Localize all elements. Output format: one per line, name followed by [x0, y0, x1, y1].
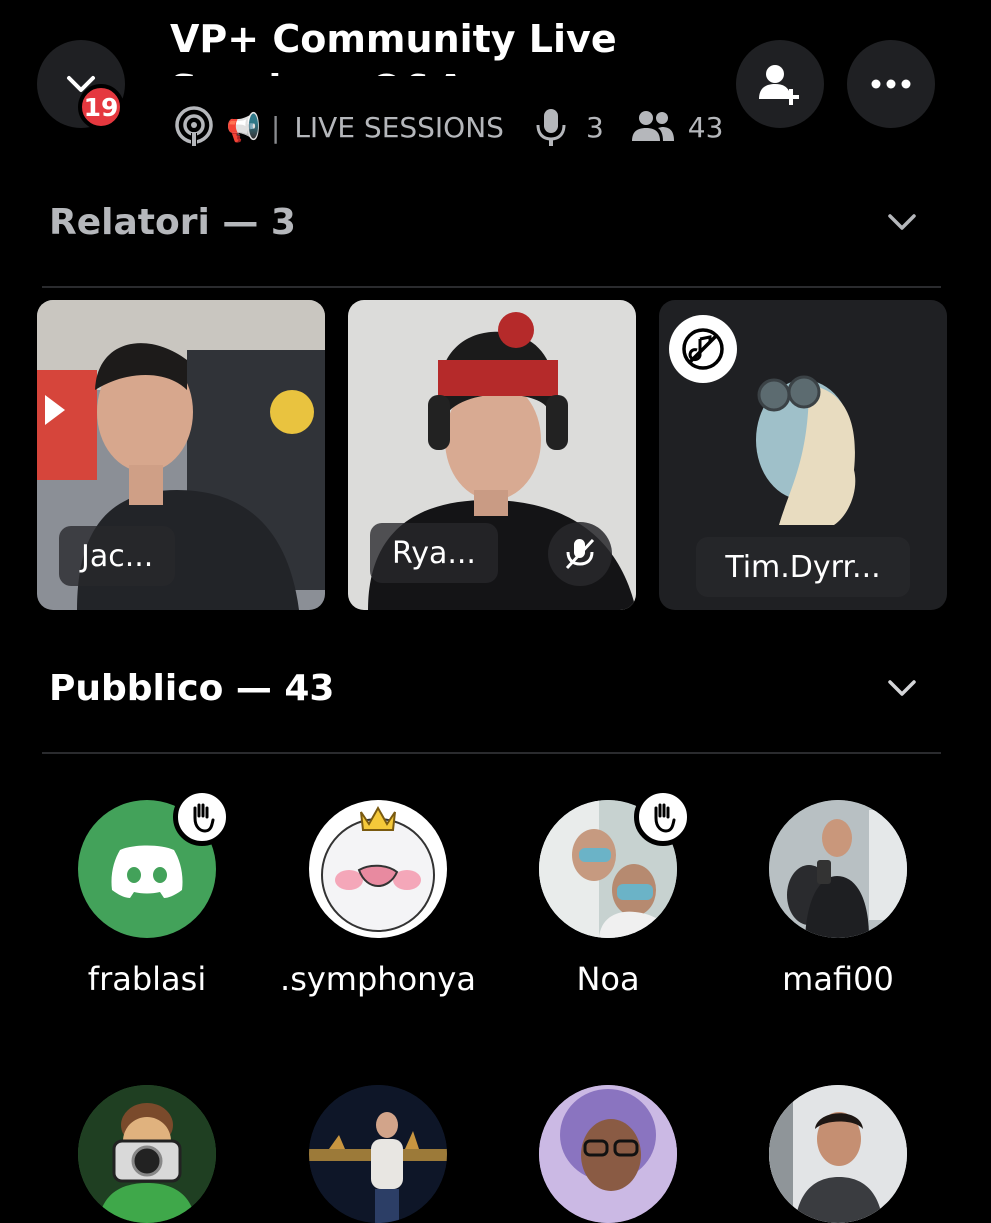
avatar: [769, 1085, 907, 1223]
audience-divider: [42, 752, 941, 754]
speakers-divider: [42, 286, 941, 288]
member-name: .symphonya: [280, 960, 476, 998]
speaker-tile[interactable]: Jac...: [37, 300, 325, 610]
invite-button[interactable]: [736, 40, 824, 128]
avatar: [309, 1085, 447, 1223]
avatar-image: [769, 1085, 907, 1223]
speaker-name: Jac...: [59, 526, 176, 586]
avatar-image: [78, 1085, 216, 1223]
stage-title-container: VP+ Community Live Sessions Q&A: [170, 14, 730, 76]
audience-member[interactable]: mafi00: [768, 800, 908, 998]
audience-member[interactable]: [77, 1085, 217, 1223]
audience-member[interactable]: frablasi: [77, 788, 231, 998]
listener-count: 43: [687, 110, 724, 144]
group-icon: [631, 111, 674, 141]
no-video-indicator: [669, 315, 737, 383]
avatar-image: [769, 800, 907, 938]
microphone-icon: [536, 109, 566, 146]
speakers-section-label: Relatori — 3: [49, 202, 296, 243]
avatar-image: [539, 1085, 677, 1223]
avatar: [539, 1085, 677, 1223]
speaker-tile[interactable]: Rya...: [348, 300, 636, 610]
separator: |: [270, 110, 281, 144]
more-icon: [871, 79, 911, 89]
speaker-name: Tim.Dyrr...: [696, 537, 910, 597]
member-name: mafi00: [782, 960, 894, 998]
add-user-icon: [759, 65, 799, 105]
audience-section-label: Pubblico — 43: [49, 668, 335, 709]
speaker-count: 3: [585, 110, 604, 144]
audience-member[interactable]: Noa: [538, 788, 692, 998]
audience-member[interactable]: [308, 1085, 448, 1223]
avatar: [309, 800, 447, 938]
speaker-tile[interactable]: Tim.Dyrr...: [659, 300, 947, 610]
audience-member[interactable]: [768, 1085, 908, 1223]
avatar-image: [321, 805, 435, 932]
avatar-image: [309, 1085, 447, 1223]
speaker-name: Rya...: [370, 523, 498, 583]
audience-member[interactable]: .symphonya: [280, 800, 476, 998]
more-options-button[interactable]: [847, 40, 935, 128]
member-name: frablasi: [87, 960, 207, 998]
notification-badge: 19: [78, 84, 124, 130]
audience-member[interactable]: [538, 1085, 678, 1223]
megaphone-icon: 📢: [226, 110, 261, 144]
music-off-icon: [682, 328, 724, 370]
audience-collapse-icon[interactable]: [884, 670, 920, 706]
hand-raised-indicator: [634, 788, 692, 846]
raised-hand-icon: [193, 803, 215, 833]
mic-muted-icon: [565, 538, 595, 570]
stage-title: VP+ Community Live Sessions Q&A: [170, 17, 617, 76]
member-name: Noa: [576, 960, 640, 998]
avatar: [78, 1085, 216, 1223]
stage-icon: [175, 106, 213, 147]
stage-info-row: 📢 | LIVE SESSIONS 3 43: [170, 102, 723, 152]
hand-raised-indicator: [173, 788, 231, 846]
raised-hand-icon: [654, 803, 676, 833]
muted-indicator: [548, 522, 612, 586]
avatar: [769, 800, 907, 938]
category-label: LIVE SESSIONS: [294, 110, 504, 144]
speakers-collapse-icon[interactable]: [884, 204, 920, 240]
